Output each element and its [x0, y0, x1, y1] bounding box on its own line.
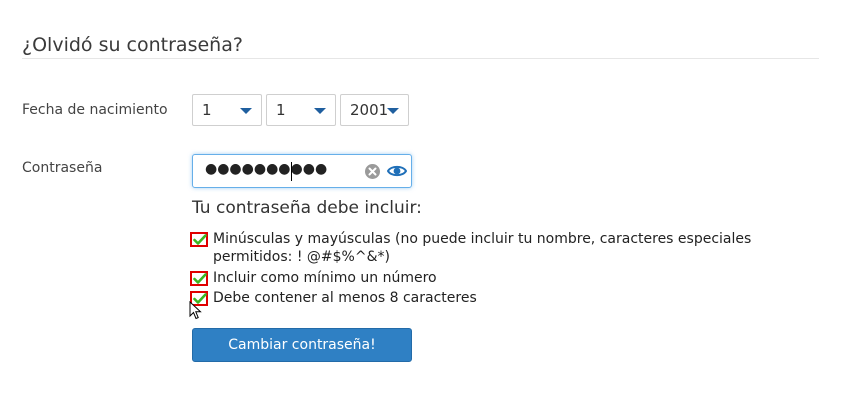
eye-icon[interactable] [386, 162, 408, 180]
clear-icon[interactable] [365, 164, 380, 179]
password-label: Contraseña [22, 160, 103, 176]
requirement-text: Minúsculas y mayúsculas (no puede inclui… [213, 231, 752, 265]
chevron-down-icon [314, 108, 326, 114]
chevron-down-icon [240, 108, 252, 114]
requirement-text: Debe contener al menos 8 caracteres [213, 290, 477, 306]
requirements-heading: Tu contraseña debe incluir: [192, 198, 422, 218]
title-divider [22, 58, 819, 59]
password-input[interactable]: ●●●●●●●●●● [192, 154, 412, 188]
birth-day-select[interactable]: 1 [192, 94, 262, 126]
chevron-down-icon [387, 108, 399, 114]
birth-day-value: 1 [202, 101, 212, 119]
birth-year-select[interactable]: 2001 [340, 94, 409, 126]
password-masked-value: ●●●●●●●●●● [205, 161, 328, 177]
requirement-text: Incluir como mínimo un número [213, 270, 437, 286]
check-icon [190, 232, 208, 247]
mouse-pointer-icon [189, 300, 203, 325]
birth-date-label: Fecha de nacimiento [22, 102, 168, 118]
birth-month-select[interactable]: 1 [266, 94, 336, 126]
birth-month-value: 1 [276, 101, 286, 119]
page-title: ¿Olvidó su contraseña? [22, 33, 243, 56]
birth-year-value: 2001 [350, 101, 389, 119]
check-icon [190, 271, 208, 286]
text-cursor [291, 162, 292, 181]
change-password-button[interactable]: Cambiar contraseña! [192, 328, 412, 362]
